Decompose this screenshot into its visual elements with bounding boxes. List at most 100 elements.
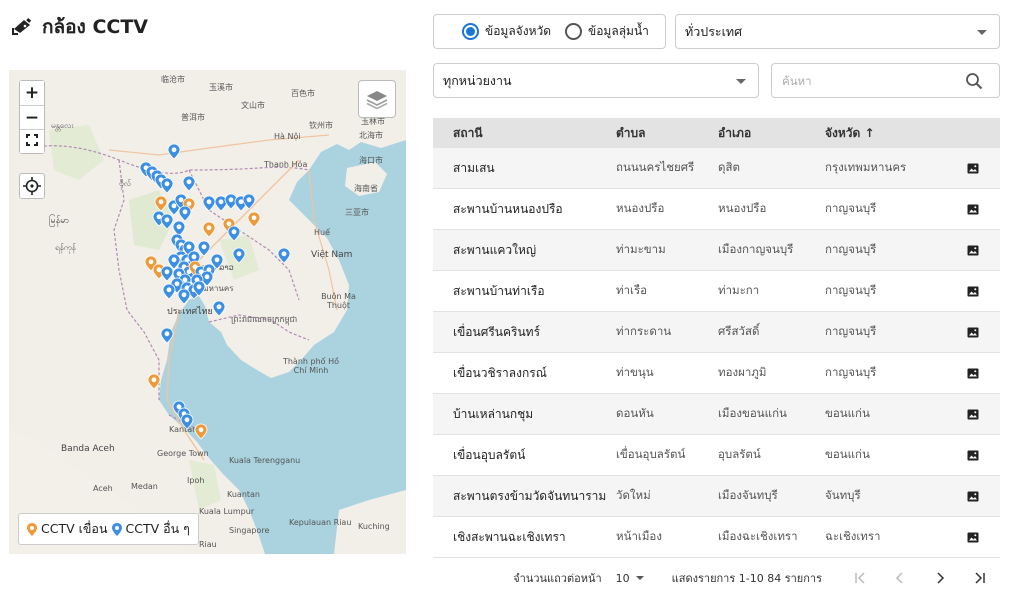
other-cctv-marker[interactable]: [162, 283, 176, 300]
cell-amphoe: เมืองฉะเชิงเทรา: [718, 529, 798, 543]
table-row[interactable]: เขื่อนศรีนครินทร์ ท่ากระดาน ศรีสวัสดิ์ กาญจ…: [433, 312, 1000, 353]
first-page-button[interactable]: [840, 566, 880, 590]
table-row[interactable]: เชิงสะพานฉะเชิงเทรา หน้าเมือง เมืองฉะเชิงเ…: [433, 517, 1000, 558]
cell-station: สะพานแควใหญ่: [453, 242, 537, 257]
image-icon[interactable]: [967, 286, 979, 297]
other-cctv-marker[interactable]: [172, 220, 186, 237]
image-icon[interactable]: [967, 491, 979, 502]
header-tambon[interactable]: ตำบล: [616, 124, 718, 143]
cell-amphoe: ทองผาภูมิ: [718, 365, 767, 379]
legend-dam-label: CCTV เขื่อน: [41, 521, 108, 536]
crosshair-icon: [23, 177, 41, 195]
cell-station: เขื่อนศรีนครินทร์: [453, 324, 541, 339]
map-markers: [139, 143, 291, 440]
image-icon[interactable]: [967, 245, 979, 256]
cell-province: ฉะเชิงเทรา: [825, 529, 881, 543]
agency-select-value: ทุกหน่วยงาน: [443, 72, 512, 88]
cell-province: ขอนแก่น: [825, 406, 870, 420]
prev-page-button[interactable]: [880, 566, 920, 590]
last-page-icon: [975, 572, 985, 584]
cctv-table: สถานี ตำบล อำเภอ จังหวัด ↑ สามเสน ถนนนครไ…: [433, 118, 1000, 558]
header-amphoe[interactable]: อำเภอ: [718, 124, 825, 143]
cell-tambon: ดอนหัน: [616, 406, 654, 420]
pagination-range: แสดงรายการ 1-10 84 รายการ: [671, 572, 822, 585]
agency-select[interactable]: ทุกหน่วยงาน: [433, 63, 759, 98]
locate-button[interactable]: [19, 173, 45, 199]
other-cctv-marker[interactable]: [160, 213, 174, 230]
other-cctv-marker[interactable]: [160, 265, 174, 282]
radio-basin-label: ข้อมูลลุ่มน้ำ: [588, 24, 649, 38]
search-input[interactable]: [782, 72, 952, 90]
zoom-out-button[interactable]: −: [20, 105, 44, 129]
image-icon[interactable]: [967, 532, 979, 543]
other-cctv-marker[interactable]: [212, 300, 226, 317]
search-icon[interactable]: [965, 72, 983, 90]
zoom-in-button[interactable]: +: [20, 81, 44, 105]
table-row[interactable]: เขื่อนอุบลรัตน์ เขื่อนอุบลรัตน์ อุบลรัตน์ ข…: [433, 435, 1000, 476]
cell-station: เขื่อนวชิราลงกรณ์: [453, 365, 547, 380]
cell-station: เขื่อนอุบลรัตน์: [453, 447, 526, 462]
radio-province-label: ข้อมูลจังหวัด: [485, 24, 552, 38]
dam-cctv-marker[interactable]: [247, 211, 261, 228]
cell-amphoe: อุบลรัตน์: [718, 447, 761, 461]
other-cctv-marker[interactable]: [160, 327, 174, 344]
next-page-button[interactable]: [920, 566, 960, 590]
cctv-camera-icon: [12, 17, 32, 35]
other-cctv-marker[interactable]: [197, 240, 211, 257]
table-row[interactable]: สะพานบ้านหนองปรือ หนองปรือ หนองปรือ กาญจนบุ…: [433, 189, 1000, 230]
cell-amphoe: ศรีสวัสดิ์: [718, 324, 760, 338]
radio-basin[interactable]: [565, 23, 583, 40]
chevron-right-icon: [937, 572, 945, 584]
header-station[interactable]: สถานี: [433, 124, 616, 143]
rows-per-page-value: 10: [615, 571, 630, 585]
zoom-control: + −: [19, 80, 45, 154]
layers-button[interactable]: [358, 80, 396, 118]
radio-province[interactable]: [462, 23, 479, 40]
image-icon[interactable]: [967, 450, 979, 461]
other-cctv-marker[interactable]: [202, 195, 216, 212]
cell-province: กาญจนบุรี: [825, 283, 877, 297]
pagination: จำนวนแถวต่อหน้า 10 แสดงรายการ 1-10 84 รา…: [433, 566, 1000, 590]
chevron-down-icon: [635, 576, 644, 580]
image-icon[interactable]: [967, 204, 979, 215]
fullscreen-button[interactable]: [20, 129, 44, 153]
image-icon[interactable]: [967, 368, 979, 379]
other-cctv-marker[interactable]: [160, 177, 174, 194]
other-cctv-marker[interactable]: [182, 175, 196, 192]
dam-cctv-marker[interactable]: [202, 221, 216, 238]
image-icon[interactable]: [967, 409, 979, 420]
other-cctv-marker[interactable]: [177, 288, 191, 305]
cctv-map[interactable]: 临沧市 玉溪市 文山市 百色市 钦州市 玉林市 北海市 普洱市 Hà Nội 海…: [9, 70, 406, 554]
other-cctv-marker[interactable]: [167, 143, 181, 160]
dam-cctv-marker[interactable]: [147, 373, 161, 390]
country-select[interactable]: ทั่วประเทศ: [675, 14, 1000, 49]
cell-province: กาญจนบุรี: [825, 365, 877, 379]
image-icon[interactable]: [967, 163, 979, 174]
other-cctv-marker[interactable]: [227, 225, 241, 242]
other-cctv-marker[interactable]: [180, 413, 194, 430]
cell-tambon: ท่าขนุน: [616, 365, 654, 379]
cell-province: จันทบุรี: [825, 488, 861, 502]
table-row[interactable]: สะพานแควใหญ่ ท่ามะขาม เมืองกาญจนบุรี กาญจนบ…: [433, 230, 1000, 271]
table-row[interactable]: เขื่อนวชิราลงกรณ์ ท่าขนุน ทองผาภูมิ กาญจนบุ…: [433, 353, 1000, 394]
dam-cctv-marker[interactable]: [154, 195, 168, 212]
legend-other-label: CCTV อื่น ๆ: [125, 521, 190, 536]
image-icon[interactable]: [967, 327, 979, 338]
dam-cctv-marker[interactable]: [194, 423, 208, 440]
table-row[interactable]: สะพานตรงข้ามวัดจันทนาราม วัดใหม่ เมืองจันท…: [433, 476, 1000, 517]
other-cctv-marker[interactable]: [178, 205, 192, 222]
table-row[interactable]: บ้านเหล่านกชุม ดอนหัน เมืองขอนแก่น ขอนแก่น: [433, 394, 1000, 435]
other-cctv-marker[interactable]: [232, 247, 246, 264]
last-page-button[interactable]: [960, 566, 1000, 590]
header-province[interactable]: จังหวัด ↑: [825, 124, 945, 143]
cell-tambon: ท่ามะขาม: [616, 242, 666, 256]
table-row[interactable]: สะพานบ้านท่าเรือ ท่าเรือ ท่ามะกา กาญจนบุรี: [433, 271, 1000, 312]
cell-amphoe: เมืองกาญจนบุรี: [718, 242, 794, 256]
rows-per-page-select[interactable]: 10: [616, 572, 644, 585]
other-cctv-marker[interactable]: [277, 247, 291, 264]
page-title-text: กล้อง CCTV: [42, 16, 149, 38]
cell-province: กาญจนบุรี: [825, 242, 877, 256]
cell-tambon: หน้าเมือง: [616, 529, 662, 543]
other-pin-icon: [111, 522, 122, 536]
table-row[interactable]: สามเสน ถนนนครไชยศรี ดุสิต กรุงเทพมหานคร: [433, 148, 1000, 189]
